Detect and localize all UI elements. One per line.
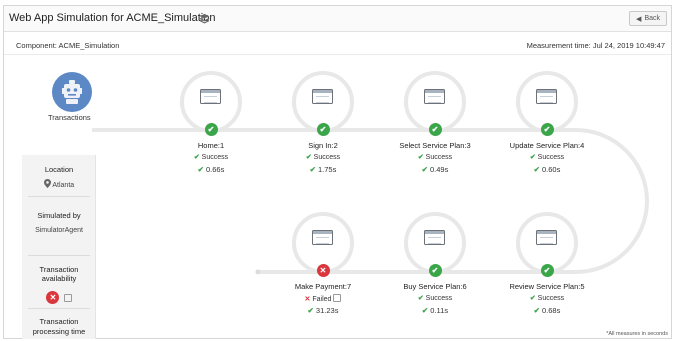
availability-label-line2: availability bbox=[41, 274, 77, 283]
availability-icons: ✕ bbox=[22, 291, 96, 304]
transaction-time-value: 0.11s bbox=[428, 306, 449, 315]
transaction-status: ✔ Success bbox=[380, 153, 490, 161]
success-check-icon: ✔ bbox=[428, 123, 442, 136]
panel-divider bbox=[28, 255, 90, 256]
availability-detail-icon[interactable] bbox=[63, 293, 72, 302]
simulated-by-value: SimulatorAgent bbox=[35, 227, 83, 234]
page-title: Web App Simulation for ACME_Simulation bbox=[9, 12, 216, 24]
transaction-status-label: Success bbox=[423, 295, 453, 302]
transaction-status-label: Success bbox=[423, 154, 453, 161]
transaction-time: ✔ 0.68s bbox=[492, 306, 602, 315]
transaction-name-home-1[interactable]: Home:1 bbox=[156, 141, 266, 150]
transaction-time-value: 1.75s bbox=[315, 165, 337, 174]
transaction-status: ✔ Success bbox=[380, 294, 490, 302]
transaction-name-select-service-plan-3[interactable]: Select Service Plan:3 bbox=[380, 141, 490, 150]
transaction-status: ✔ Success bbox=[268, 153, 378, 161]
transaction-status: ✔ Success bbox=[492, 294, 602, 302]
transaction-status-label: Failed bbox=[310, 296, 332, 303]
transaction-time: ✔ 0.11s bbox=[380, 306, 490, 315]
transaction-status-label: Success bbox=[199, 154, 229, 161]
details-panel: Location Atlanta Simulated by SimulatorA… bbox=[22, 155, 96, 339]
failure-detail-icon[interactable] bbox=[333, 294, 342, 302]
transaction-time-value: 0.66s bbox=[203, 165, 225, 174]
location-pin-icon bbox=[43, 179, 51, 188]
location-value: Atlanta bbox=[22, 179, 96, 189]
monitor-icon[interactable] bbox=[312, 230, 333, 245]
component-label: Component: ACME_Simulation bbox=[16, 41, 120, 50]
monitor-icon[interactable] bbox=[312, 89, 333, 104]
processing-label-line1: Transaction bbox=[39, 317, 79, 326]
monitor-icon[interactable] bbox=[200, 89, 221, 104]
transaction-time: ✔ 31.23s bbox=[268, 306, 378, 315]
failed-x-icon: ✕ bbox=[316, 264, 330, 277]
transaction-time: ✔ 1.75s bbox=[268, 165, 378, 174]
availability-label-line1: Transaction bbox=[39, 265, 79, 274]
back-arrow-icon: ◀ bbox=[636, 15, 642, 23]
transaction-name-buy-service-plan-6[interactable]: Buy Service Plan:6 bbox=[380, 282, 490, 291]
transaction-name-update-service-plan-4[interactable]: Update Service Plan:4 bbox=[492, 141, 602, 150]
transaction-time-value: 0.60s bbox=[539, 165, 561, 174]
stack-icon bbox=[199, 13, 210, 24]
panel-divider bbox=[28, 308, 90, 309]
transaction-time-value: 0.49s bbox=[427, 165, 449, 174]
transaction-status: ✔ Success bbox=[492, 153, 602, 161]
success-check-icon: ✔ bbox=[540, 123, 554, 136]
location-text: Atlanta bbox=[52, 182, 75, 189]
monitor-icon[interactable] bbox=[536, 230, 557, 245]
transaction-status-label: Success bbox=[535, 295, 565, 302]
monitor-icon[interactable] bbox=[424, 89, 445, 104]
robot-label: Transactions bbox=[48, 113, 91, 122]
transaction-time: ✔ 0.60s bbox=[492, 165, 602, 174]
measurement-time: Measurement time: Jul 24, 2019 10:49:47 bbox=[526, 41, 665, 50]
success-check-icon: ✔ bbox=[204, 123, 218, 136]
transaction-name-make-payment-7[interactable]: Make Payment:7 bbox=[268, 282, 378, 291]
success-check-icon: ✔ bbox=[428, 264, 442, 277]
transaction-name-review-service-plan-5[interactable]: Review Service Plan:5 bbox=[492, 282, 602, 291]
transaction-time-value: 31.23s bbox=[313, 306, 339, 315]
back-button-label: Back bbox=[644, 15, 660, 22]
robot-icon bbox=[62, 80, 82, 104]
title-bar: Web App Simulation for ACME_Simulation ◀… bbox=[4, 6, 671, 32]
transaction-name-sign-in-2[interactable]: Sign In:2 bbox=[268, 141, 378, 150]
panel-divider bbox=[28, 196, 90, 197]
info-bar: Component: ACME_Simulation Measurement t… bbox=[4, 33, 671, 55]
availability-failed-icon: ✕ bbox=[46, 291, 60, 304]
transaction-status: ✔ Success bbox=[156, 153, 266, 161]
robot-avatar[interactable] bbox=[52, 72, 92, 112]
footnote: *All measures in seconds bbox=[606, 331, 668, 337]
transaction-status-label: Success bbox=[535, 154, 565, 161]
success-check-icon: ✔ bbox=[316, 123, 330, 136]
location-label: Location bbox=[44, 165, 74, 174]
transaction-status-label: Success bbox=[311, 154, 341, 161]
processing-label-line2: processing time bbox=[32, 327, 86, 336]
monitor-icon[interactable] bbox=[536, 89, 557, 104]
transaction-time: ✔ 0.49s bbox=[380, 165, 490, 174]
simulated-by-label: Simulated by bbox=[37, 211, 81, 220]
transaction-time: ✔ 0.66s bbox=[156, 165, 266, 174]
transaction-status: ✕ Failed bbox=[268, 294, 378, 303]
transaction-time-value: 0.68s bbox=[539, 306, 561, 315]
success-check-icon: ✔ bbox=[540, 264, 554, 277]
monitor-icon[interactable] bbox=[424, 230, 445, 245]
back-button[interactable]: ◀ Back bbox=[629, 11, 667, 26]
